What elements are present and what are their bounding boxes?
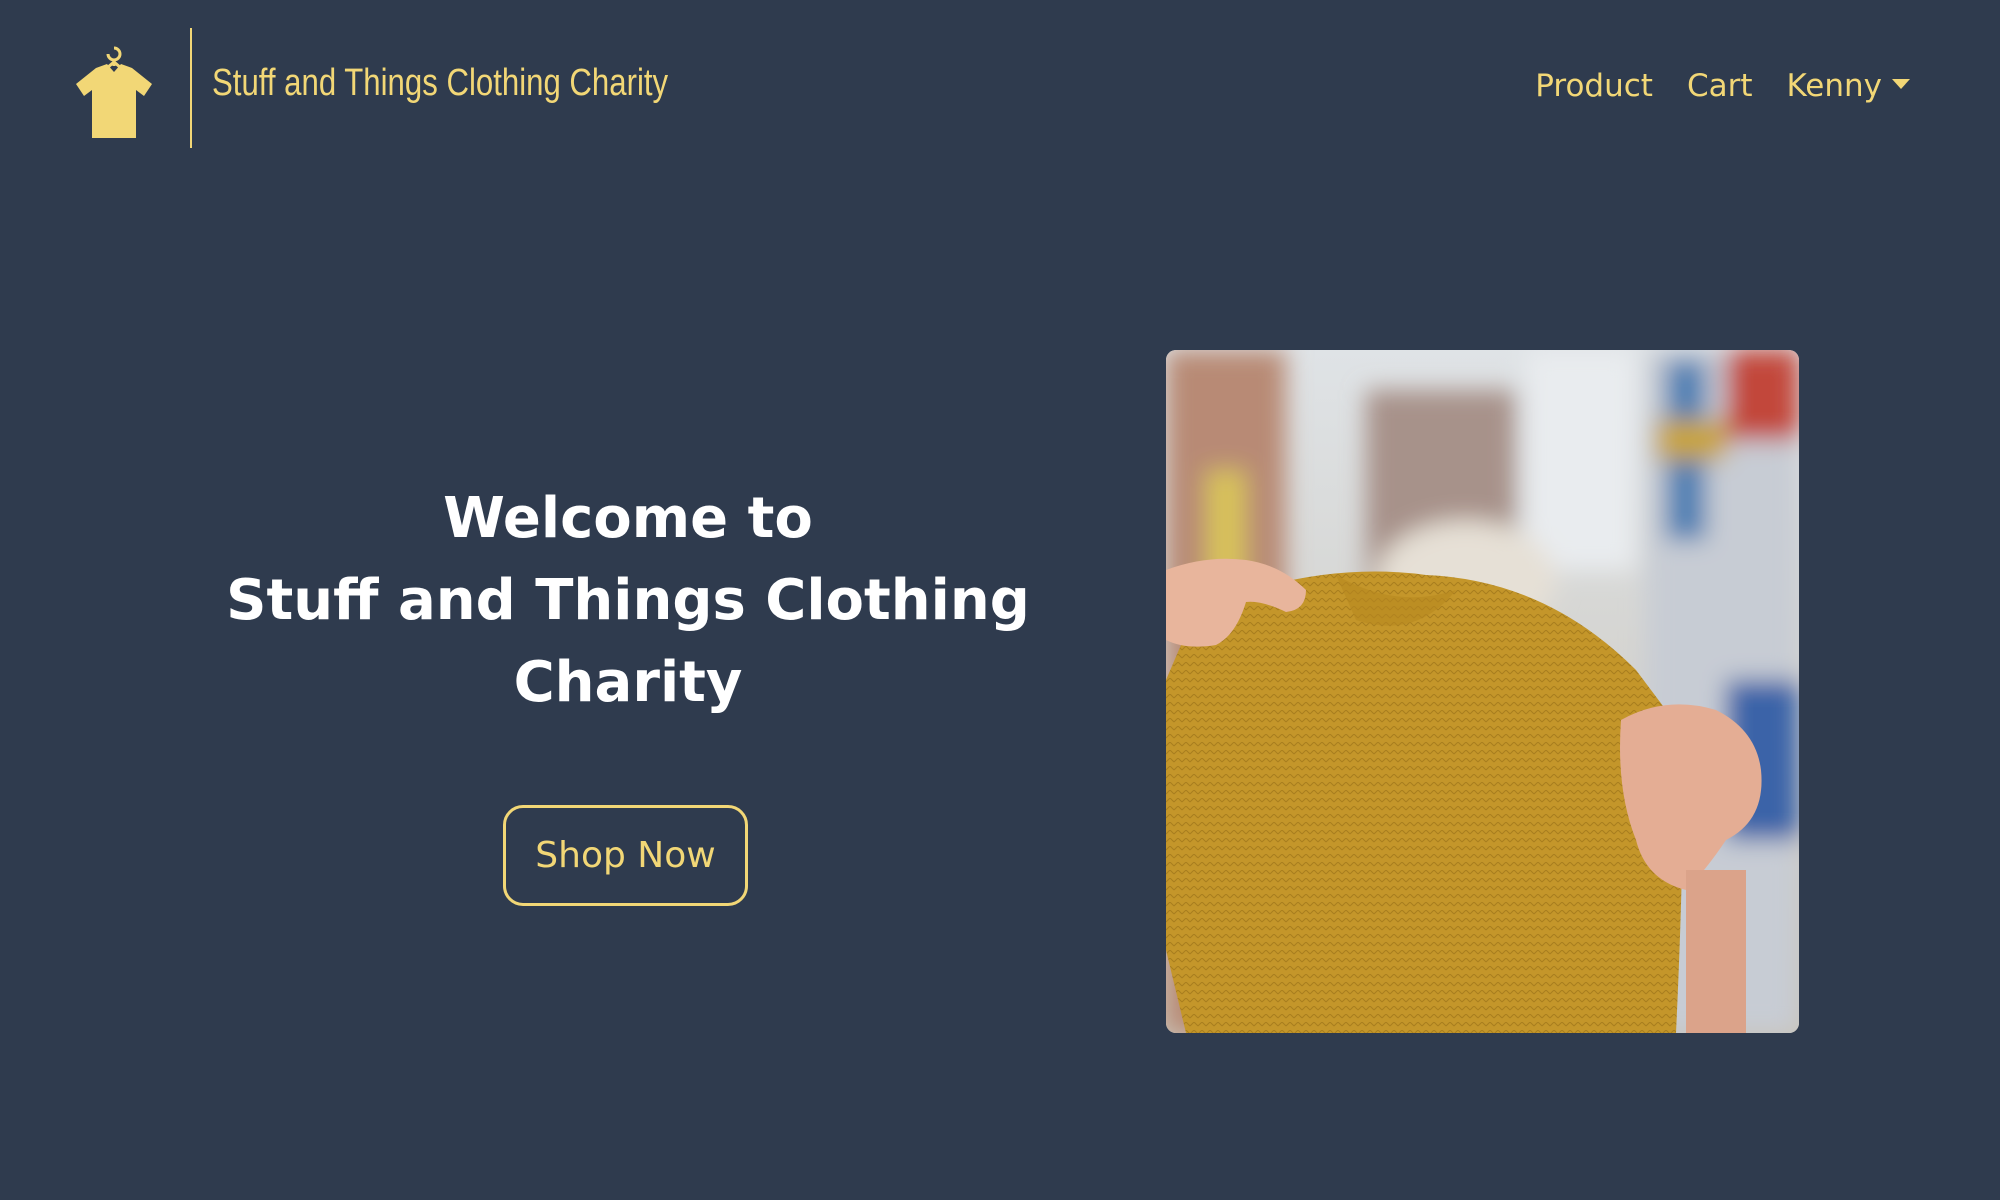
user-dropdown[interactable]: Kenny bbox=[1787, 68, 1910, 104]
nav-cart-link[interactable]: Cart bbox=[1687, 68, 1753, 104]
hero-image-sweater bbox=[1166, 350, 1799, 1033]
nav-links: Product Cart Kenny bbox=[1535, 68, 1910, 104]
caret-down-icon[interactable] bbox=[1892, 79, 1910, 89]
hero-title-line: Welcome to bbox=[443, 486, 813, 551]
hero-title-line: Charity bbox=[513, 650, 743, 715]
hero-title-line: Stuff and Things Clothing bbox=[226, 568, 1030, 633]
shop-now-button[interactable]: Shop Now bbox=[503, 805, 748, 906]
logo-divider bbox=[190, 28, 192, 148]
navbar: Stuff and Things Clothing Charity Produc… bbox=[0, 0, 2000, 178]
nav-product-link[interactable]: Product bbox=[1535, 68, 1653, 104]
brand-name[interactable]: Stuff and Things Clothing Charity bbox=[212, 62, 668, 105]
user-name[interactable]: Kenny bbox=[1787, 68, 1883, 104]
tshirt-hanger-icon[interactable] bbox=[74, 44, 154, 142]
hero-title: Welcome to Stuff and Things Clothing Cha… bbox=[140, 478, 1116, 724]
